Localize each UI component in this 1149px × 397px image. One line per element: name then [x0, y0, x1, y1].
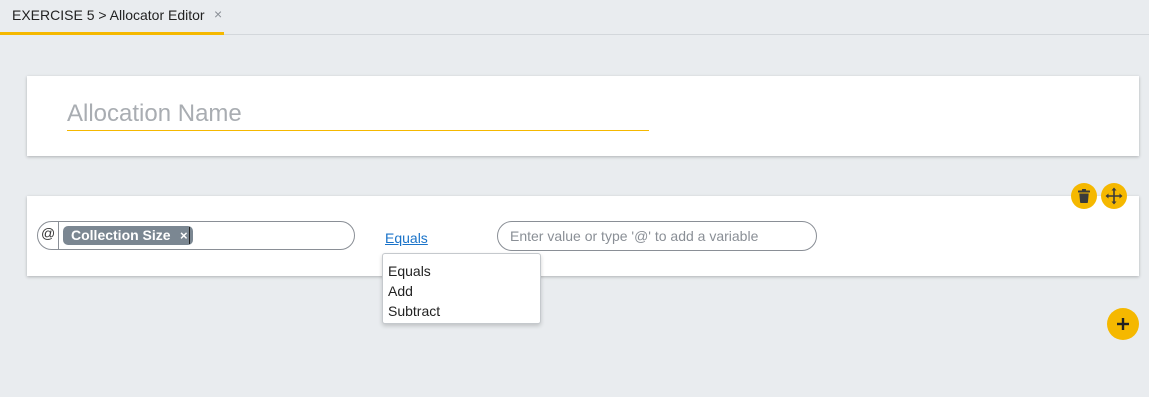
operator-option-equals[interactable]: Equals: [383, 261, 540, 281]
plus-icon: [1117, 318, 1129, 330]
allocation-name-input[interactable]: [67, 98, 649, 131]
variable-chip: Collection Size ×: [63, 226, 193, 245]
trash-icon: [1078, 189, 1090, 203]
operator-option-subtract[interactable]: Subtract: [383, 301, 540, 321]
tab-allocator-editor[interactable]: EXERCISE 5 > Allocator Editor ×: [0, 0, 224, 35]
delete-rule-button[interactable]: [1071, 183, 1097, 209]
close-tab-icon[interactable]: ×: [214, 6, 222, 22]
rule-card: @ Collection Size × Equals: [27, 196, 1139, 276]
divider: [58, 222, 59, 249]
text-caret: [189, 227, 190, 244]
at-sign-label: @: [41, 225, 56, 241]
variable-chip-label: Collection Size: [71, 227, 171, 243]
tab-bar: EXERCISE 5 > Allocator Editor ×: [0, 0, 1149, 35]
variable-input[interactable]: @ Collection Size ×: [37, 221, 355, 250]
operator-link[interactable]: Equals: [385, 230, 428, 246]
allocation-name-card: [27, 76, 1139, 156]
operator-dropdown: Equals Add Subtract: [382, 253, 541, 324]
move-rule-button[interactable]: [1101, 183, 1127, 209]
value-input[interactable]: [497, 221, 817, 251]
operator-option-add[interactable]: Add: [383, 281, 540, 301]
tab-title: EXERCISE 5 > Allocator Editor: [12, 7, 205, 23]
move-icon: [1105, 187, 1123, 205]
add-rule-button[interactable]: [1107, 308, 1139, 340]
chip-remove-icon[interactable]: ×: [180, 226, 188, 245]
